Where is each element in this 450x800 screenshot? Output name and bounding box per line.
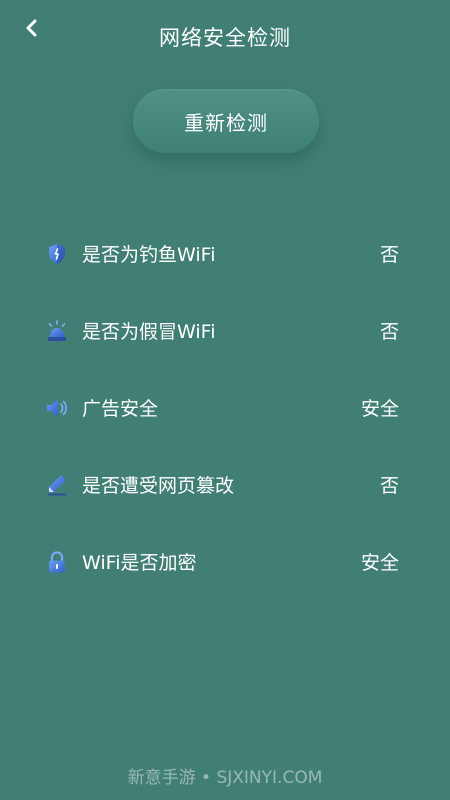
check-label: 是否为钓鱼WiFi [82, 244, 216, 266]
shield-icon [49, 243, 65, 264]
check-label: 是否遭受网页篡改 [82, 475, 235, 497]
check-label: 是否为假冒WiFi [82, 321, 216, 343]
check-row-page-tamper: 是否遭受网页篡改 否 [0, 446, 450, 523]
check-list: 是否为钓鱼WiFi 否 是否为假冒WiFi 否 广告安全 安全 是否遭受网页篡改… [0, 215, 450, 600]
check-value: 否 [379, 244, 399, 266]
check-row-phishing: 是否为钓鱼WiFi 否 [0, 215, 450, 292]
check-row-ad-safety: 广告安全 安全 [0, 369, 450, 446]
check-row-encryption: WiFi是否加密 安全 [0, 523, 450, 600]
check-label: 广告安全 [82, 398, 159, 420]
speaker-icon [47, 398, 68, 417]
check-value: 否 [379, 475, 399, 497]
lock-icon [49, 550, 65, 572]
check-value: 否 [379, 321, 399, 343]
alarm-light-icon [48, 319, 66, 341]
check-value: 安全 [360, 398, 399, 420]
page-title: 网络安全检测 [159, 26, 291, 50]
header: 网络安全检测 [0, 0, 450, 72]
check-row-fake-wifi: 是否为假冒WiFi 否 [0, 292, 450, 369]
check-label: WiFi是否加密 [82, 552, 197, 574]
recheck-button[interactable]: 重新检测 [133, 89, 319, 153]
check-value: 安全 [360, 552, 399, 574]
pencil-icon [48, 474, 66, 495]
watermark: 新意手游 • SJXINYI.COM [127, 768, 323, 788]
